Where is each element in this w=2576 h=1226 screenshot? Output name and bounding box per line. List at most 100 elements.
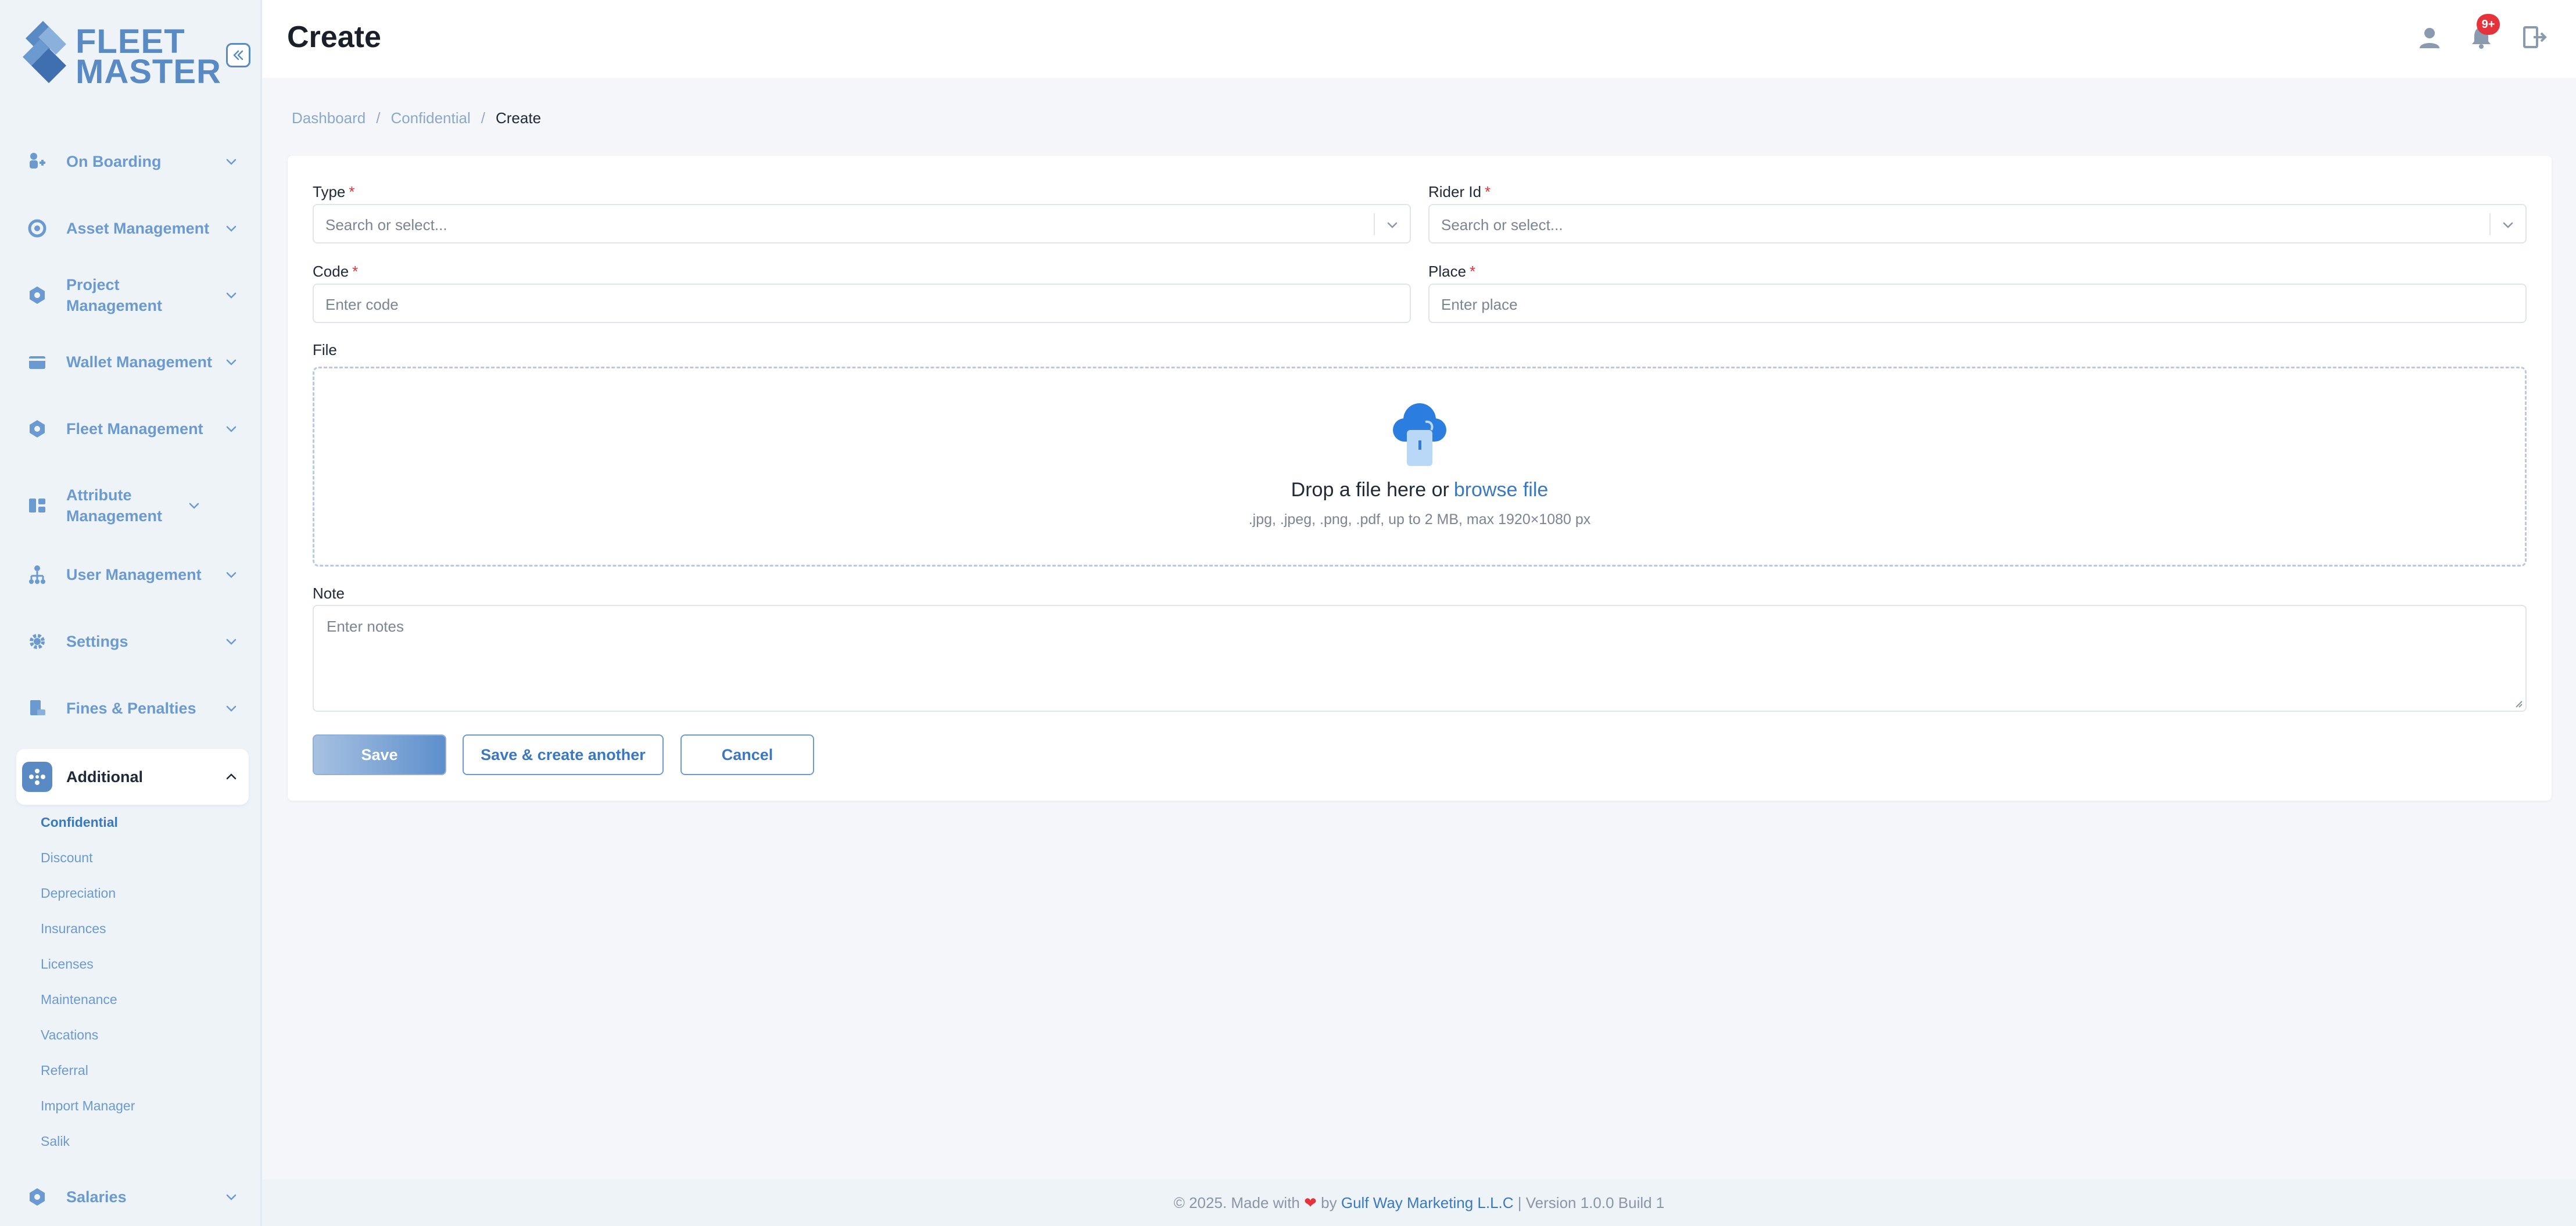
logout-icon xyxy=(2523,26,2547,48)
note-label: Note xyxy=(313,585,345,602)
sidebar-subitem-maintenance[interactable]: Maintenance xyxy=(41,991,117,1008)
sidebar-item-wallet-management[interactable]: Wallet Management xyxy=(16,336,249,388)
project-icon xyxy=(22,280,52,310)
notification-badge: 9+ xyxy=(2477,14,2500,35)
sidebar-item-asset-management[interactable]: Asset Management xyxy=(16,202,249,254)
sidebar-subitem-referral[interactable]: Referral xyxy=(41,1062,88,1079)
user-profile-button[interactable] xyxy=(2413,21,2446,53)
double-chevron-left-icon xyxy=(233,50,243,60)
logout-button[interactable] xyxy=(2518,21,2551,53)
sidebar-subitem-licenses[interactable]: Licenses xyxy=(41,955,94,973)
sidebar-item-label: Asset Management xyxy=(66,220,210,237)
select-divider xyxy=(1374,213,1375,235)
save-button[interactable]: Save xyxy=(313,734,446,775)
chevron-down-icon xyxy=(220,150,243,173)
sidebar-item-settings[interactable]: Settings xyxy=(16,615,249,668)
chevron-down-icon xyxy=(220,697,243,720)
chevron-down-icon xyxy=(220,217,243,240)
code-label: Code * xyxy=(313,263,359,280)
sidebar-item-label: Salaries xyxy=(66,1188,127,1206)
breadcrumb-separator: / xyxy=(481,109,485,127)
type-label: Type * xyxy=(313,183,355,200)
type-select-placeholder: Search or select... xyxy=(325,216,447,234)
footer-copyright: © 2025. Made with xyxy=(1173,1194,1300,1211)
chevron-down-icon xyxy=(220,563,243,586)
sidebar-item-label: Wallet Management xyxy=(66,353,213,371)
sidebar-subitem-insurances[interactable]: Insurances xyxy=(41,920,106,937)
dropzone-hint: .jpg, .jpeg, .png, .pdf, up to 2 MB, max… xyxy=(1248,511,1591,528)
asset-icon xyxy=(22,213,52,243)
breadcrumb-confidential[interactable]: Confidential xyxy=(390,108,470,128)
breadcrumb: Dashboard / Confidential / Create xyxy=(292,108,541,128)
file-label: File xyxy=(313,341,337,359)
cancel-button[interactable]: Cancel xyxy=(680,734,814,775)
sidebar-item-label: Settings xyxy=(66,633,128,650)
sidebar-item-user-management[interactable]: User Management xyxy=(16,549,249,601)
breadcrumb-current: Create xyxy=(495,109,542,127)
sidebar-item-fleet-management[interactable]: Fleet Management xyxy=(16,403,249,455)
collapse-sidebar-button[interactable] xyxy=(226,43,250,67)
code-input[interactable]: Enter code xyxy=(313,284,1411,323)
sidebar-item-additional[interactable]: Additional xyxy=(16,749,249,805)
fleet-icon xyxy=(22,414,52,444)
chevron-down-icon[interactable] xyxy=(2499,216,2517,234)
footer-version: | Version 1.0.0 Build 1 xyxy=(1517,1194,1665,1211)
user-icon xyxy=(2420,28,2439,48)
sidebar-subitem-confidential[interactable]: Confidential xyxy=(41,813,118,831)
type-select[interactable]: Search or select... xyxy=(313,204,1411,243)
additional-icon xyxy=(22,762,52,792)
sidebar-item-label: Fleet Management xyxy=(66,420,203,438)
code-input-placeholder: Enter code xyxy=(325,296,399,313)
sidebar-subitem-discount[interactable]: Discount xyxy=(41,849,92,866)
sidebar-item-project-management[interactable]: Project Management xyxy=(16,269,249,321)
sidebar-item-label: Attribute Management xyxy=(66,486,163,525)
sidebar-subitem-depreciation[interactable]: Depreciation xyxy=(41,884,116,902)
attribute-icon xyxy=(22,490,52,521)
logo-icon xyxy=(23,21,66,83)
fleet-master-logo[interactable]: FLEET MASTER xyxy=(20,21,221,91)
breadcrumb-dashboard[interactable]: Dashboard xyxy=(292,108,366,128)
footer-company-link[interactable]: Gulf Way Marketing L.L.C xyxy=(1341,1194,1514,1211)
sidebar-item-label: Additional xyxy=(66,768,143,786)
sidebar-subitem-import-manager[interactable]: Import Manager xyxy=(41,1097,135,1114)
sidebar-subitem-vacations[interactable]: Vacations xyxy=(41,1026,98,1044)
top-bar: Create xyxy=(262,0,2576,78)
select-divider xyxy=(2489,213,2491,235)
sidebar-item-label: User Management xyxy=(66,566,202,583)
chevron-down-icon xyxy=(220,1185,243,1209)
save-and-create-another-button[interactable]: Save & create another xyxy=(463,734,664,775)
wallet-icon xyxy=(22,347,52,377)
users-icon xyxy=(22,560,52,590)
rider-id-select[interactable]: Search or select... xyxy=(1428,204,2527,243)
place-input-placeholder: Enter place xyxy=(1441,296,1518,313)
chevron-up-icon xyxy=(220,765,243,788)
chevron-down-icon xyxy=(220,417,243,440)
sidebar-item-fines-penalties[interactable]: Fines & Penalties xyxy=(16,682,249,734)
chevron-down-icon[interactable] xyxy=(1383,216,1402,234)
browse-file-link[interactable]: browse file xyxy=(1454,479,1549,501)
sidebar-item-salaries[interactable]: Salaries xyxy=(16,1171,249,1223)
chevron-down-icon xyxy=(220,350,243,374)
fines-icon xyxy=(22,693,52,723)
rider-id-label: Rider Id * xyxy=(1428,183,1491,200)
sidebar-subitem-salik[interactable]: Salik xyxy=(41,1132,70,1150)
footer: © 2025. Made with ❤ by Gulf Way Marketin… xyxy=(262,1180,2576,1226)
place-input[interactable]: Enter place xyxy=(1428,284,2527,323)
salaries-icon xyxy=(22,1182,52,1212)
chevron-down-icon xyxy=(182,494,206,517)
note-textarea[interactable]: Enter notes xyxy=(313,605,2527,712)
onboarding-icon xyxy=(22,146,52,177)
breadcrumb-separator: / xyxy=(376,109,381,127)
file-dropzone[interactable]: Drop a file here or browse file .jpg, .jp… xyxy=(313,367,2527,567)
sidebar-item-label: On Boarding xyxy=(66,153,162,170)
sidebar-item-on-boarding[interactable]: On Boarding xyxy=(16,135,249,188)
chevron-down-icon xyxy=(220,630,243,653)
sidebar-item-attribute-management[interactable]: Attribute Management xyxy=(16,476,249,535)
cloud-upload-icon xyxy=(1393,403,1446,466)
logo-text: FLEET MASTER xyxy=(76,23,221,91)
resize-handle-icon[interactable] xyxy=(2513,698,2523,708)
gear-icon xyxy=(22,626,52,657)
footer-by: by xyxy=(1321,1194,1337,1211)
sidebar-item-label: Project Management xyxy=(66,276,163,314)
page-title: Create xyxy=(287,20,381,54)
